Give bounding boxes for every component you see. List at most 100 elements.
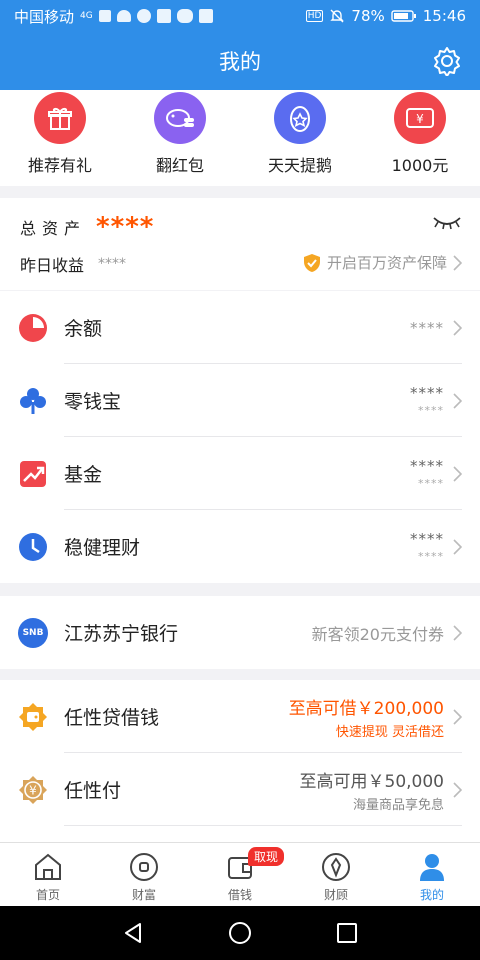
tab-label: 财顾 [323, 888, 348, 902]
yesterday-earnings-label: 昨日收益 [20, 256, 85, 275]
tab-label: 财富 [131, 888, 156, 902]
quick-action-red-packet[interactable]: 翻红包 [120, 90, 240, 186]
svg-text:¥: ¥ [416, 112, 424, 126]
quick-action-voucher[interactable]: ¥ 1000元 [360, 90, 480, 186]
list-item-stable-wealth[interactable]: 稳健理财 **** **** [0, 510, 480, 583]
pie-chart-icon [18, 313, 48, 343]
list-item-balance[interactable]: 余额 **** [0, 291, 480, 364]
voucher-icon: ¥ [394, 92, 446, 144]
shield-check-icon [303, 253, 320, 272]
quick-action-goose[interactable]: 天天提鹅 [240, 90, 360, 186]
finance-list: 余额 **** 零钱宝 **** **** 基金 **** **** 稳健理财 … [0, 291, 480, 583]
snb-bank-logo: SNB [18, 617, 48, 648]
goose-egg-icon [274, 92, 326, 144]
wealth-icon [130, 853, 158, 881]
map-pin-icon [156, 9, 171, 23]
mute-bell-icon [330, 9, 345, 23]
list-item-loan[interactable]: 任性贷借钱 至高可借￥200,000 快速提现 灵活借还 [0, 680, 480, 753]
bank-promo-text: 新客领20元支付券 [311, 624, 444, 644]
masked-subvalue: **** [418, 404, 444, 417]
quick-action-label: 翻红包 [155, 156, 204, 175]
piggy-bank-icon [154, 92, 206, 144]
masked-value: **** [410, 384, 444, 402]
quick-action-label: 天天提鹅 [267, 156, 332, 175]
tab-wealth[interactable]: 财富 [96, 843, 192, 906]
signal-icon [98, 10, 111, 22]
hd-badge: HD [305, 10, 324, 22]
list-item-label: 余额 [64, 318, 103, 340]
tab-borrow[interactable]: 借钱 取现 [192, 843, 288, 906]
battery-percent: 78% [351, 7, 385, 25]
masked-subvalue: **** [418, 477, 444, 490]
profile-icon [420, 854, 444, 881]
svg-text:¥: ¥ [29, 783, 37, 797]
tab-advisor[interactable]: 财顾 [288, 843, 384, 906]
network-type: 4G [80, 11, 93, 21]
yesterday-earnings-value: **** [98, 256, 127, 272]
chevron-right-icon [453, 538, 462, 555]
trend-up-icon [18, 459, 48, 489]
battery-icon [391, 10, 416, 22]
total-assets-label: 总资产 [20, 219, 87, 238]
chevron-right-icon [453, 392, 462, 409]
cash-out-badge: 取现 [248, 847, 285, 866]
recents-square-icon[interactable] [336, 922, 358, 944]
quick-action-label: 1000元 [391, 156, 449, 175]
list-item-label: 零钱宝 [64, 391, 122, 413]
assets-card: 总资产 **** 昨日收益 **** 开启百万资产保障 [0, 198, 480, 290]
title-bar: 我的 [0, 32, 480, 90]
chevron-right-icon [453, 254, 462, 271]
tab-label: 首页 [35, 888, 60, 902]
page-title: 我的 [219, 50, 261, 74]
clock-time: 15:46 [422, 7, 466, 25]
tab-label: 我的 [419, 888, 444, 902]
system-nav-bar [0, 906, 480, 960]
asset-protection-link[interactable]: 开启百万资产保障 [303, 252, 462, 273]
tab-profile[interactable]: 我的 [384, 843, 480, 906]
total-assets-value: **** [96, 212, 155, 242]
asset-protection-text: 开启百万资产保障 [326, 254, 447, 272]
list-item-label: 任性付 [64, 780, 122, 802]
yen-badge-icon: ¥ [18, 775, 48, 805]
message-icon [136, 9, 151, 23]
masked-subvalue: **** [418, 550, 444, 563]
pay-later-subtitle: 海量商品享免息 [352, 797, 444, 813]
divider [64, 825, 462, 826]
loan-limit-text: 至高可借￥200,000 [288, 698, 444, 719]
quick-actions: 推荐有礼 翻红包 天天提鹅 ¥ 1000元 [0, 90, 480, 186]
baidu-icon [198, 9, 213, 23]
tab-label: 借钱 [227, 888, 252, 902]
back-icon[interactable] [122, 922, 144, 944]
chevron-right-icon [453, 465, 462, 482]
list-item-label: 基金 [64, 464, 103, 486]
bank-logo-text: SNB [22, 627, 44, 638]
tab-home[interactable]: 首页 [0, 843, 96, 906]
home-circle-icon[interactable] [228, 921, 252, 945]
list-item-lingqianbao[interactable]: 零钱宝 **** **** [0, 364, 480, 437]
clover-icon [18, 386, 48, 416]
list-item-label: 任性贷借钱 [64, 707, 160, 729]
chevron-right-icon [453, 781, 462, 798]
home-icon [35, 853, 61, 880]
settings-gear-icon[interactable] [432, 46, 462, 76]
list-item-pay-later[interactable]: ¥ 任性付 至高可用￥50,000 海量商品享免息 [0, 753, 480, 826]
list-item-label: 稳健理财 [64, 537, 141, 559]
carrier-name: 中国移动 [14, 7, 75, 26]
gift-icon [34, 92, 86, 144]
quick-action-referral[interactable]: 推荐有礼 [0, 90, 120, 186]
bank-section: SNB 江苏苏宁银行 新客领20元支付券 [0, 596, 480, 669]
quick-action-label: 推荐有礼 [27, 156, 92, 175]
clock-icon [18, 532, 48, 562]
chevron-right-icon [453, 708, 462, 725]
credit-section: 任性贷借钱 至高可借￥200,000 快速提现 灵活借还 ¥ 任性付 至高可用￥… [0, 680, 480, 842]
chevron-right-icon [453, 319, 462, 336]
masked-value: **** [410, 530, 444, 548]
bottom-tab-bar: 首页 财富 借钱 取现 财顾 我的 [0, 842, 480, 906]
list-item-fund[interactable]: 基金 **** **** [0, 437, 480, 510]
list-item-bank[interactable]: SNB 江苏苏宁银行 新客领20元支付券 [0, 596, 480, 669]
advisor-icon [322, 853, 350, 881]
status-bar: 中国移动 4G HD 78% 15:46 [0, 0, 480, 32]
hide-balance-eye-icon[interactable] [432, 214, 462, 230]
wechat-icon [176, 9, 193, 23]
chevron-right-icon [453, 624, 462, 641]
